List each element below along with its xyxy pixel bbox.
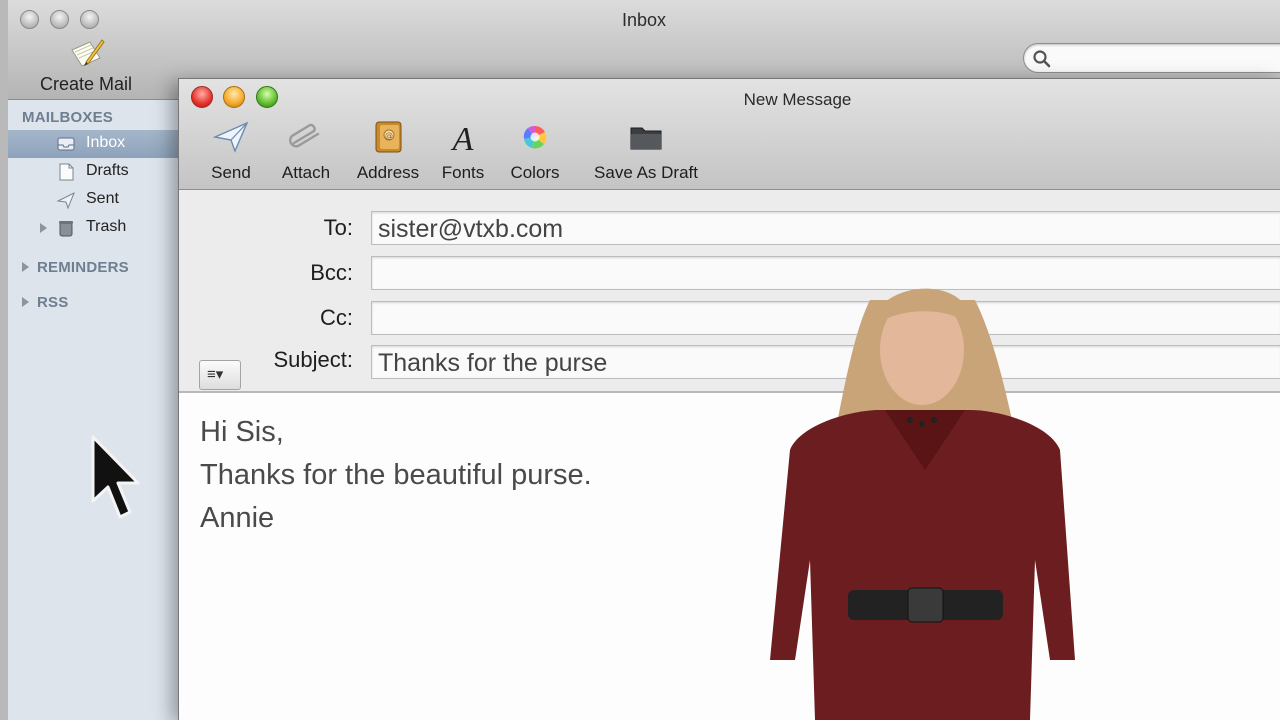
inbox-icon — [57, 137, 75, 151]
message-headers: To: sister@vtxb.com Bcc: Cc: ≡▾ Subject:… — [179, 190, 1280, 393]
send-icon — [213, 121, 249, 153]
message-body[interactable]: Hi Sis, Thanks for the beautiful purse. … — [179, 395, 1280, 720]
save-as-draft-label: Save As Draft — [594, 163, 698, 182]
address-book-icon: @ — [375, 121, 402, 153]
sidebar-item-sent[interactable]: Sent — [8, 186, 180, 214]
address-label: Address — [356, 163, 420, 182]
folder-icon — [630, 127, 662, 150]
svg-text:A: A — [451, 121, 474, 155]
rss-header[interactable]: RSS — [37, 294, 68, 311]
attach-button[interactable]: Attach — [275, 119, 337, 183]
sent-icon — [56, 191, 75, 210]
create-mail-button[interactable]: Create Mail — [30, 36, 142, 95]
mailboxes-header: MAILBOXES — [22, 109, 113, 126]
presenter-image — [770, 288, 1075, 720]
body-line: Thanks for the beautiful purse. — [200, 459, 592, 491]
to-label: To: — [323, 215, 353, 240]
fonts-icon: A — [451, 121, 474, 155]
save-as-draft-button[interactable]: Save As Draft — [589, 119, 703, 183]
fonts-label: Fonts — [441, 163, 485, 182]
cc-label: Cc: — [320, 305, 353, 330]
sidebar-item-label: Inbox — [86, 134, 126, 151]
main-window-title: Inbox — [621, 10, 667, 30]
address-button[interactable]: @ Address — [353, 119, 423, 183]
disclosure-triangle-icon[interactable] — [40, 223, 47, 233]
send-label: Send — [211, 163, 251, 182]
reminders-header[interactable]: REMINDERS — [37, 259, 129, 276]
send-button[interactable]: Send — [201, 119, 261, 183]
compose-icon — [71, 39, 105, 67]
reminders-disclosure-icon[interactable] — [22, 262, 29, 272]
colors-button[interactable]: Colors — [505, 119, 565, 183]
to-field[interactable]: sister@vtxb.com — [371, 211, 1280, 245]
paperclip-icon — [289, 123, 320, 148]
sidebar-item-label: Sent — [86, 190, 119, 207]
create-mail-label: Create Mail — [39, 74, 133, 94]
mouse-pointer-icon — [91, 435, 140, 519]
subject-label: Subject: — [273, 347, 354, 372]
svg-text:@: @ — [385, 131, 393, 140]
sidebar-item-label: Drafts — [86, 162, 129, 179]
fonts-button[interactable]: A Fonts — [437, 119, 489, 183]
sidebar-item-trash[interactable]: Trash — [8, 214, 180, 242]
rss-disclosure-icon[interactable] — [22, 297, 29, 307]
colors-label: Colors — [510, 163, 560, 182]
mailbox-sidebar: MAILBOXES Inbox Drafts Sent Trash REMIND… — [8, 100, 180, 720]
sidebar-item-label: Trash — [86, 218, 127, 235]
drafts-icon — [59, 163, 74, 181]
attach-label: Attach — [281, 163, 331, 182]
bcc-label: Bcc: — [310, 260, 353, 285]
sidebar-item-drafts[interactable]: Drafts — [8, 158, 180, 186]
body-line: Annie — [200, 502, 275, 534]
color-wheel-icon — [523, 125, 547, 149]
search-input[interactable] — [1023, 43, 1280, 73]
compose-toolbar: New Message Send Attach @ Address A Font… — [179, 79, 1280, 190]
trash-icon — [59, 221, 73, 237]
search-icon — [1033, 50, 1051, 68]
body-line: Hi Sis, — [200, 416, 284, 448]
sidebar-item-inbox[interactable]: Inbox — [8, 130, 180, 158]
new-message-window: New Message Send Attach @ Address A Font… — [178, 78, 1280, 720]
compose-window-title: New Message — [743, 90, 852, 109]
